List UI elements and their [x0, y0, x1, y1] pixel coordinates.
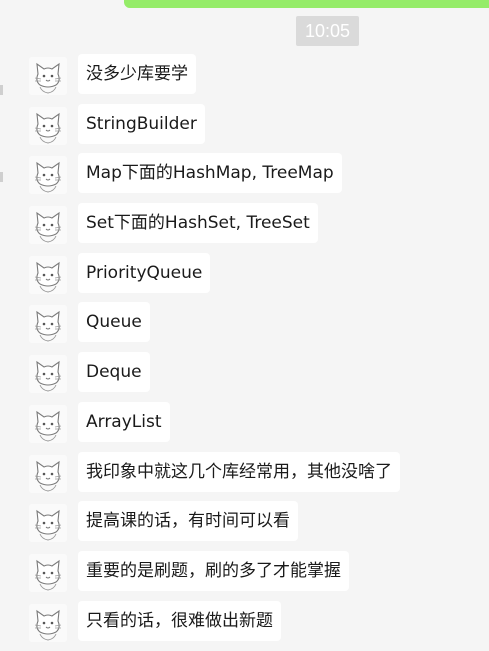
cat-sketch-avatar-icon[interactable] — [29, 106, 67, 145]
previous-sent-message-bubble[interactable] — [124, 0, 489, 8]
cat-sketch-avatar-icon[interactable] — [29, 305, 67, 344]
cat-sketch-avatar-icon[interactable] — [29, 355, 67, 394]
message-bubble[interactable]: 只看的话，很难做出新题 — [78, 600, 281, 641]
cat-sketch-avatar-icon[interactable] — [29, 156, 67, 195]
message-bubble[interactable]: ArrayList — [78, 401, 170, 442]
cat-sketch-avatar-icon[interactable] — [29, 255, 67, 294]
cat-sketch-avatar-icon[interactable] — [29, 553, 67, 592]
message-bubble[interactable]: Queue — [78, 302, 150, 343]
message-row: 重要的是刷题，刷的多了才能掌握 — [0, 550, 489, 601]
message-row: 没多少库要学 — [0, 54, 489, 104]
message-bubble[interactable]: 我印象中就这几个库经常用，其他没啥了 — [78, 451, 400, 492]
message-row: Set下面的HashSet, TreeSet — [0, 203, 489, 253]
message-row: ArrayList — [0, 401, 489, 452]
message-list: 没多少库要学 StringBuilder Map下面的HashMap, Tree… — [0, 54, 489, 650]
message-row: 只看的话，很难做出新题 — [0, 600, 489, 651]
cat-sketch-avatar-icon[interactable] — [29, 206, 67, 245]
cat-sketch-avatar-icon[interactable] — [29, 404, 67, 443]
message-row: 提高课的话，有时间可以看 — [0, 501, 489, 551]
cat-sketch-avatar-icon[interactable] — [29, 454, 67, 493]
message-bubble[interactable]: 没多少库要学 — [78, 54, 196, 94]
cat-sketch-avatar-icon[interactable] — [29, 57, 67, 95]
message-row: 我印象中就这几个库经常用，其他没啥了 — [0, 451, 489, 502]
message-row: Deque — [0, 352, 489, 402]
message-bubble[interactable]: 重要的是刷题，刷的多了才能掌握 — [78, 550, 349, 591]
message-bubble[interactable]: Deque — [78, 352, 150, 393]
message-row: Map下面的HashMap, TreeMap — [0, 153, 489, 203]
message-row: Queue — [0, 302, 489, 352]
cat-sketch-avatar-icon[interactable] — [29, 504, 67, 543]
message-bubble[interactable]: Set下面的HashSet, TreeSet — [78, 203, 318, 244]
message-row: PriorityQueue — [0, 252, 489, 303]
cat-sketch-avatar-icon[interactable] — [29, 603, 67, 642]
message-timestamp: 10:05 — [296, 16, 359, 46]
message-bubble[interactable]: Map下面的HashMap, TreeMap — [78, 153, 342, 194]
message-row: StringBuilder — [0, 103, 489, 154]
message-bubble[interactable]: 提高课的话，有时间可以看 — [78, 501, 298, 542]
message-bubble[interactable]: PriorityQueue — [78, 252, 211, 293]
message-bubble[interactable]: StringBuilder — [78, 103, 205, 144]
